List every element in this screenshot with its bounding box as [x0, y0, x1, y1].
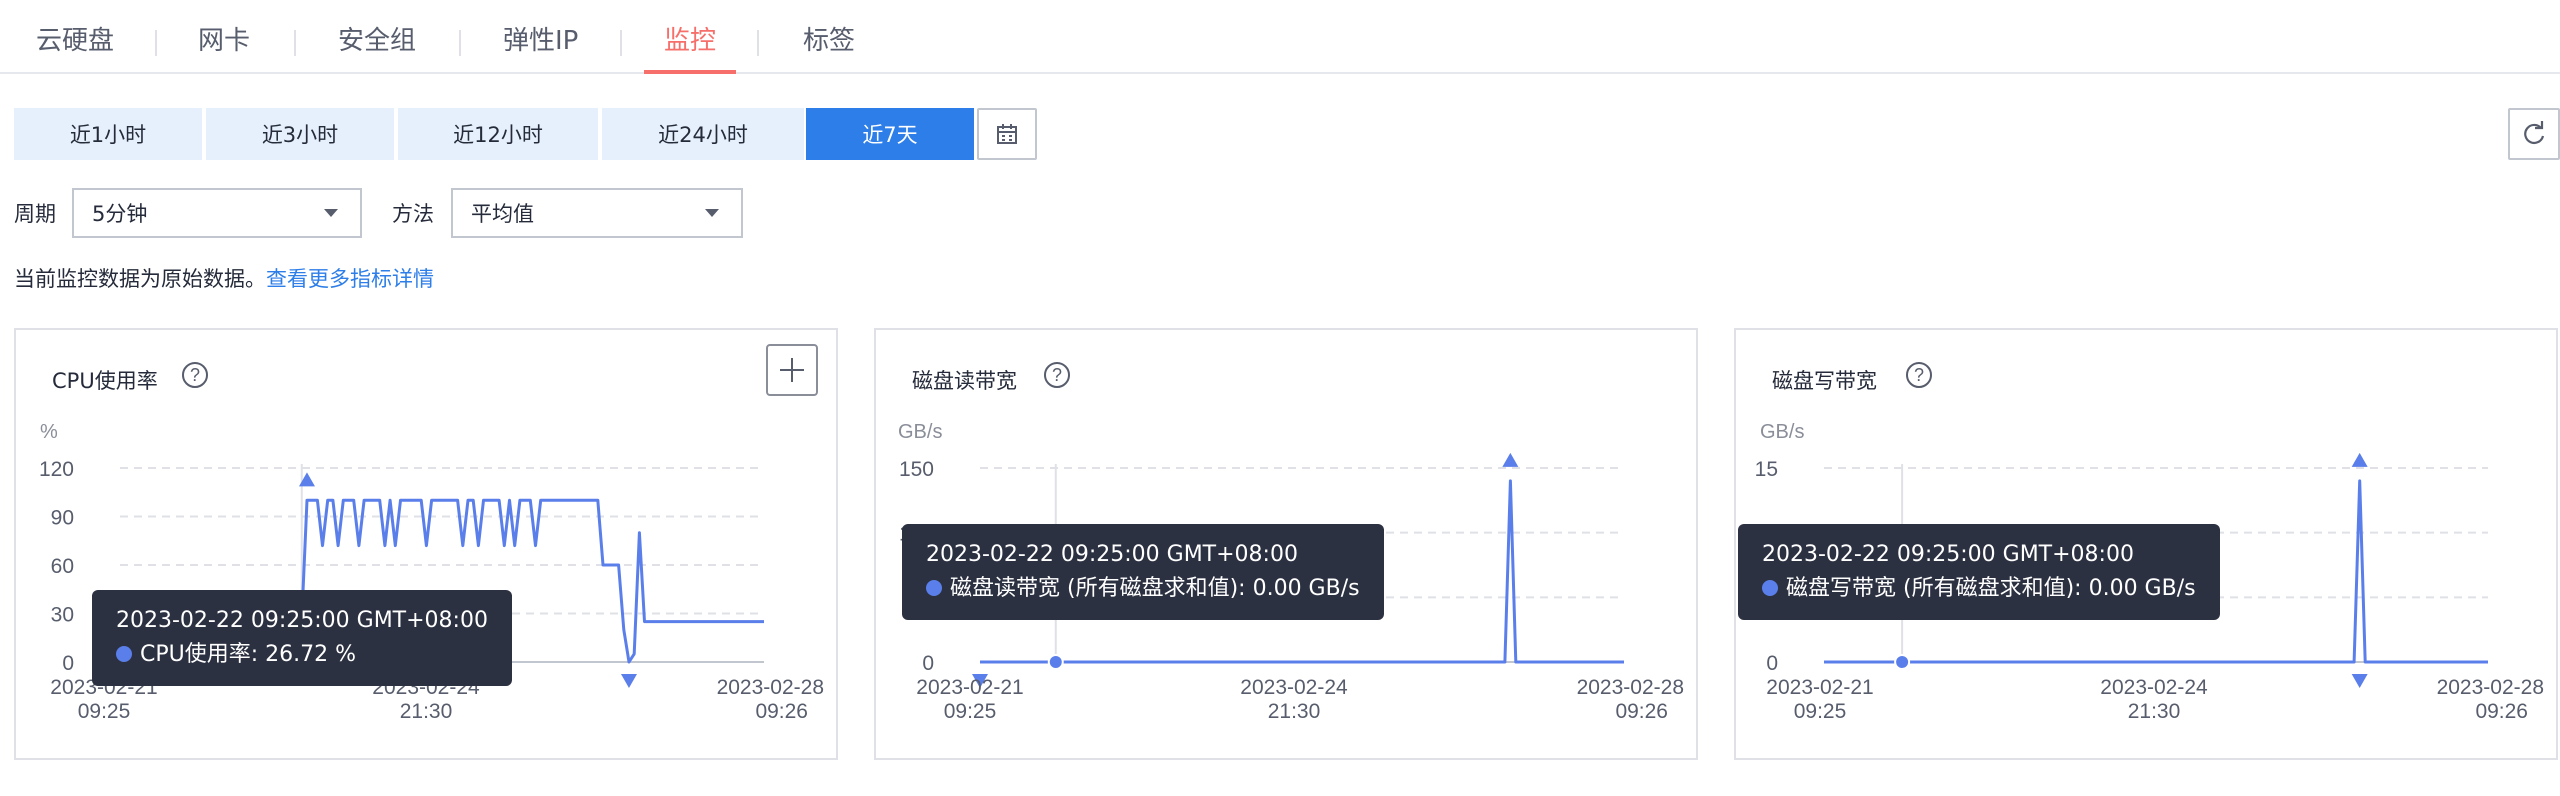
calendar-icon: [997, 124, 1017, 144]
y-tick-label: 120: [39, 458, 74, 481]
method-select[interactable]: 平均值: [451, 188, 743, 238]
y-tick-label: 0: [62, 652, 74, 675]
series-dot: [926, 580, 942, 596]
y-tick-label: 30: [51, 604, 74, 627]
cpu-usage-chart: %03060901202023-02-2109:252023-02-2421:3…: [39, 421, 824, 723]
x-tick-time: 09:25: [944, 700, 997, 723]
tab-monitoring[interactable]: 监控: [644, 20, 737, 74]
tab-divider: [294, 30, 296, 56]
detail-tabs: 云硬盘 网卡 安全组 弹性IP 监控 标签: [0, 0, 2560, 74]
tooltip-value: 26.72 %: [265, 642, 357, 667]
tooltip-time: 2023-02-22 09:25:00 GMT+08:00: [1762, 542, 2134, 567]
data-source-note: 当前监控数据为原始数据。查看更多指标详情: [14, 263, 434, 293]
tab-divider: [757, 30, 759, 56]
x-tick-date: 2023-02-28: [1577, 676, 1684, 699]
caret-down-icon: [705, 209, 719, 217]
x-tick-time: 21:30: [2128, 700, 2181, 723]
x-tick-date: 2023-02-24: [2100, 676, 2208, 699]
chart-tooltip: 2023-02-22 09:25:00 GMT+08:00 磁盘读带宽 (所有磁…: [902, 524, 1384, 620]
tooltip-time: 2023-02-22 09:25:00 GMT+08:00: [926, 542, 1298, 567]
tooltip-series: CPU使用率: [140, 642, 251, 667]
range-3h-button[interactable]: 近3小时: [206, 108, 394, 160]
tab-evs[interactable]: 云硬盘: [36, 20, 114, 70]
tooltip-value: 0.00 GB/s: [2088, 576, 2196, 601]
range-12h-button[interactable]: 近12小时: [398, 108, 598, 160]
x-tick-date: 2023-02-21: [1766, 676, 1873, 699]
calendar-button[interactable]: [977, 108, 1037, 160]
series-dot: [116, 646, 132, 662]
caret-down-icon: [324, 209, 338, 217]
note-text: 当前监控数据为原始数据。: [14, 267, 266, 291]
disk-read-bandwidth-card: 磁盘读带宽 ? GB/s0501001502023-02-2109:252023…: [874, 328, 1698, 760]
tab-tags[interactable]: 标签: [803, 20, 855, 70]
refresh-icon: [2524, 121, 2545, 145]
period-select-value: 5分钟: [92, 202, 148, 226]
x-tick-time: 09:26: [2475, 700, 2528, 723]
x-tick-date: 2023-02-28: [717, 676, 824, 699]
y-tick-label: 150: [899, 458, 934, 481]
period-label: 周期: [14, 202, 56, 226]
y-tick-label: 0: [922, 652, 934, 675]
disk-write-bandwidth-card: 磁盘写带宽 ? GB/s0510152023-02-2109:252023-02…: [1734, 328, 2558, 760]
tab-divider: [620, 30, 622, 56]
triangle-down-marker: [620, 674, 637, 688]
y-tick-label: 60: [51, 555, 74, 578]
tooltip-row: CPU使用率: 26.72 %: [116, 638, 488, 672]
refresh-button[interactable]: [2508, 108, 2560, 160]
x-tick-time: 09:26: [1615, 700, 1668, 723]
y-tick-label: 90: [51, 507, 74, 530]
chart-tooltip: 2023-02-22 09:25:00 GMT+08:00 磁盘写带宽 (所有磁…: [1738, 524, 2220, 620]
x-tick-time: 21:30: [1268, 700, 1321, 723]
tooltip-series: 磁盘写带宽 (所有磁盘求和值): [1786, 576, 2075, 601]
tab-nic[interactable]: 网卡: [198, 20, 250, 70]
tooltip-row: 磁盘写带宽 (所有磁盘求和值): 0.00 GB/s: [1762, 572, 2196, 606]
x-tick-time: 09:25: [78, 700, 131, 723]
range-1h-button[interactable]: 近1小时: [14, 108, 202, 160]
method-label: 方法: [392, 202, 434, 226]
range-7d-button[interactable]: 近7天: [806, 108, 974, 160]
unit-label: GB/s: [898, 421, 942, 443]
triangle-down-marker: [2351, 674, 2368, 688]
tab-eip[interactable]: 弹性IP: [503, 20, 578, 70]
unit-label: GB/s: [1760, 421, 1804, 443]
more-metrics-link[interactable]: 查看更多指标详情: [266, 267, 434, 291]
y-tick-label: 0: [1766, 652, 1778, 675]
x-tick-date: 2023-02-24: [1240, 676, 1348, 699]
tooltip-value: 0.00 GB/s: [1252, 576, 1360, 601]
triangle-up-marker: [1502, 452, 1519, 467]
triangle-up-marker: [2351, 452, 2368, 467]
hover-point: [1047, 654, 1064, 670]
chart-tooltip: 2023-02-22 09:25:00 GMT+08:00 CPU使用率: 26…: [92, 590, 512, 686]
method-select-value: 平均值: [471, 202, 534, 226]
tab-divider: [459, 30, 461, 56]
tooltip-series: 磁盘读带宽 (所有磁盘求和值): [950, 576, 1239, 601]
x-tick-date: 2023-02-28: [2437, 676, 2544, 699]
y-tick-label: 15: [1755, 458, 1778, 481]
tooltip-row: 磁盘读带宽 (所有磁盘求和值): 0.00 GB/s: [926, 572, 1360, 606]
x-tick-date: 2023-02-21: [916, 676, 1023, 699]
range-24h-button[interactable]: 近24小时: [602, 108, 804, 160]
series-dot: [1762, 580, 1778, 596]
x-tick-time: 21:30: [400, 700, 453, 723]
cpu-usage-card: CPU使用率 ? % 0 30 60 90 120 2023-02-21 09:25 2023-…: [14, 328, 838, 760]
tooltip-time: 2023-02-22 09:25:00 GMT+08:00: [116, 608, 488, 633]
period-select[interactable]: 5分钟: [72, 188, 362, 238]
tab-security-group[interactable]: 安全组: [338, 20, 416, 70]
x-tick-time: 09:25: [1794, 700, 1847, 723]
hover-point: [1894, 654, 1911, 670]
unit-label: %: [40, 421, 58, 443]
tab-divider: [155, 30, 157, 56]
x-tick-time: 09:26: [755, 700, 808, 723]
